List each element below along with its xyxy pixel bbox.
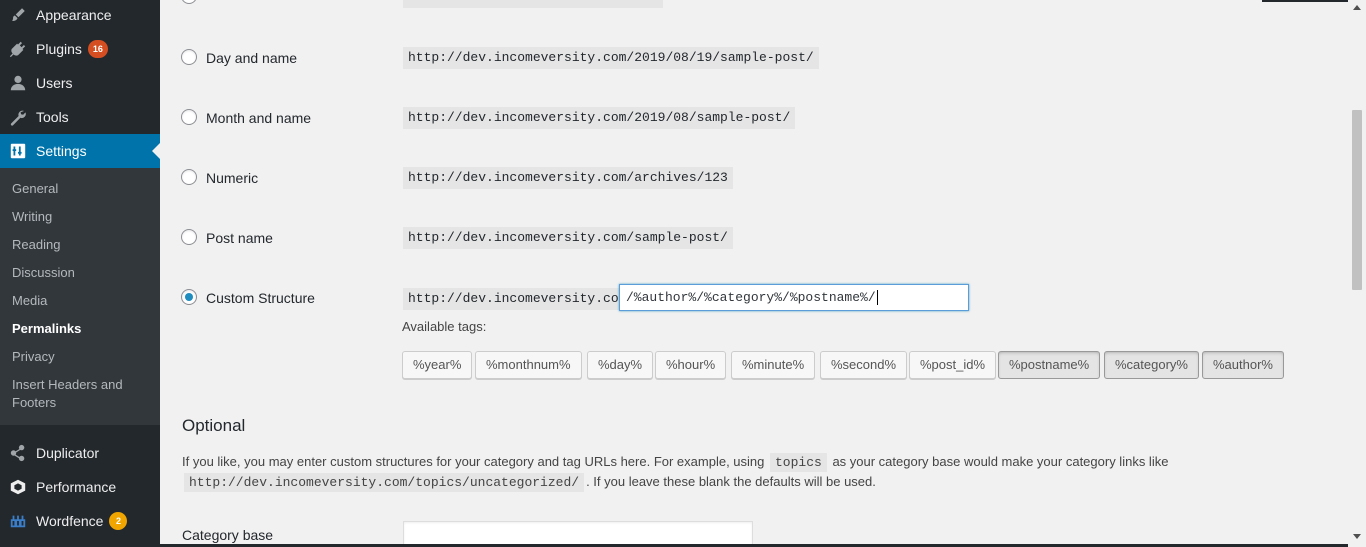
tag-button-second[interactable]: %second% <box>820 351 908 379</box>
tag-button-monthnum[interactable]: %monthnum% <box>475 351 582 379</box>
custom-structure-value: /%author%/%category%/%postname%/ <box>626 290 876 305</box>
performance-icon <box>0 470 36 504</box>
available-tags-label: Available tags: <box>402 319 487 334</box>
menu-label: Plugins <box>36 41 82 57</box>
menu-label: Tools <box>36 109 69 125</box>
update-count-badge: 16 <box>87 40 108 58</box>
submenu-item-reading[interactable]: Reading <box>12 236 152 254</box>
settings-icon <box>0 134 36 168</box>
radio-plain[interactable] <box>181 0 197 4</box>
menu-item-plugins[interactable]: Plugins 16 <box>0 32 160 66</box>
optional-section-title: Optional <box>182 416 246 435</box>
option-label-custom-structure: Custom Structure <box>206 290 315 306</box>
radio-numeric[interactable] <box>181 169 197 185</box>
radio-custom-structure[interactable] <box>181 289 197 305</box>
menu-item-tools[interactable]: Tools <box>0 100 160 134</box>
scroll-thumb[interactable] <box>1352 110 1362 290</box>
tag-button-postname[interactable]: %postname% <box>998 351 1101 379</box>
plugin-icon <box>0 32 36 66</box>
desc-text: . If you leave these blank the defaults … <box>586 474 876 489</box>
menu-item-duplicator[interactable]: Duplicator <box>0 436 160 470</box>
custom-structure-input[interactable]: /%author%/%category%/%postname%/ <box>619 284 969 311</box>
desc-text: If you like, you may enter custom struct… <box>182 454 765 469</box>
desc-text: as your category base would make your ca… <box>832 454 1169 469</box>
option-label-day-and-name: Day and name <box>206 50 298 66</box>
wordfence-icon <box>0 504 36 538</box>
permalink-base-url: http://dev.incomeversity.com <box>403 288 632 310</box>
scroll-down-arrow-icon[interactable] <box>1353 532 1361 540</box>
desc-code-example-url: http://dev.incomeversity.com/topics/unca… <box>184 473 585 492</box>
admin-sidebar: Appearance Plugins 16 Users Tools Settin… <box>0 0 160 547</box>
menu-label: Settings <box>36 143 87 159</box>
desc-code-topics: topics <box>770 453 827 472</box>
radio-day-and-name[interactable] <box>181 49 197 65</box>
option-label-numeric: Numeric <box>206 170 259 186</box>
permalink-example-day-and-name: http://dev.incomeversity.com/2019/08/19/… <box>403 47 819 69</box>
vertical-scrollbar[interactable] <box>1348 0 1366 547</box>
tag-button-hour[interactable]: %hour% <box>655 351 727 379</box>
tag-button-category[interactable]: %category% <box>1104 351 1199 379</box>
menu-label: Duplicator <box>36 445 100 461</box>
permalink-example-plain <box>403 0 663 8</box>
notification-badge: 2 <box>109 512 128 530</box>
option-label-month-and-name: Month and name <box>206 110 312 126</box>
menu-label: Users <box>36 75 73 91</box>
menu-item-users[interactable]: Users <box>0 66 160 100</box>
submenu-item-permalinks[interactable]: Permalinks <box>12 320 152 338</box>
wrench-icon <box>0 100 36 134</box>
menu-label: Wordfence <box>36 513 104 529</box>
tag-button-day[interactable]: %day% <box>587 351 654 379</box>
settings-submenu: General Writing Reading Discussion Media… <box>0 168 160 425</box>
tag-button-post-id[interactable]: %post_id% <box>909 351 997 379</box>
wp-admin-window: Appearance Plugins 16 Users Tools Settin… <box>0 0 1366 547</box>
category-base-label: Category base <box>182 527 274 543</box>
tag-button-minute[interactable]: %minute% <box>731 351 816 379</box>
optional-description-line1: If you like, you may enter custom struct… <box>182 453 1169 472</box>
menu-item-settings[interactable]: Settings <box>0 134 160 168</box>
menu-item-wordfence[interactable]: Wordfence 2 <box>0 504 160 538</box>
radio-month-and-name[interactable] <box>181 109 197 125</box>
submenu-item-general[interactable]: General <box>12 180 152 198</box>
paintbrush-icon <box>0 0 36 32</box>
menu-item-appearance[interactable]: Appearance <box>0 0 160 32</box>
users-icon <box>0 66 36 100</box>
tag-button-author[interactable]: %author% <box>1202 351 1284 379</box>
main-content: Day and name http://dev.incomeversity.co… <box>160 0 1348 547</box>
submenu-item-privacy[interactable]: Privacy <box>12 348 152 366</box>
menu-item-performance[interactable]: Performance <box>0 470 160 504</box>
submenu-item-discussion[interactable]: Discussion <box>12 264 152 282</box>
tag-button-year[interactable]: %year% <box>402 351 473 379</box>
submenu-item-writing[interactable]: Writing <box>12 208 152 226</box>
permalink-example-numeric: http://dev.incomeversity.com/archives/12… <box>403 167 733 189</box>
menu-label: Performance <box>36 479 117 495</box>
submenu-item-insert-headers-footers[interactable]: Insert Headers and Footers <box>12 376 132 412</box>
scroll-up-arrow-icon[interactable] <box>1353 4 1361 12</box>
optional-description-line2: http://dev.incomeversity.com/topics/unca… <box>182 473 876 492</box>
duplicator-icon <box>0 436 36 470</box>
permalink-example-post-name: http://dev.incomeversity.com/sample-post… <box>403 227 733 249</box>
option-label-post-name: Post name <box>206 230 273 246</box>
text-caret <box>876 290 878 306</box>
radio-post-name[interactable] <box>181 229 197 245</box>
permalink-example-month-and-name: http://dev.incomeversity.com/2019/08/sam… <box>403 107 796 129</box>
menu-label: Appearance <box>36 7 112 23</box>
submenu-item-media[interactable]: Media <box>12 292 152 310</box>
